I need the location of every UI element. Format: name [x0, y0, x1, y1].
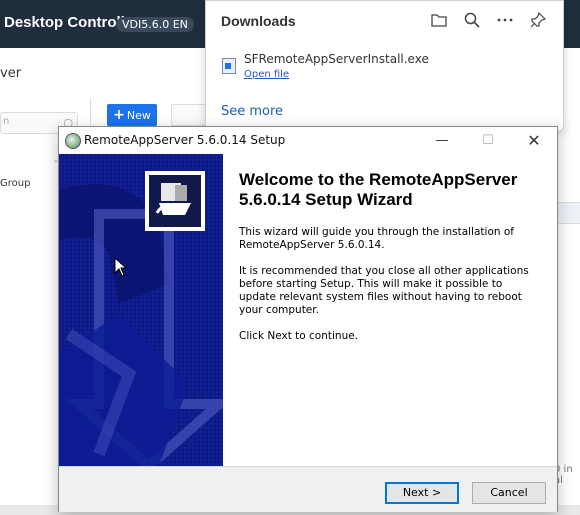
wizard-intro-text: This wizard will guide you through the i… [239, 226, 514, 251]
installer-app-icon [65, 133, 81, 149]
wizard-button-bar: Next > Cancel [59, 466, 557, 512]
new-button-label: New [126, 109, 151, 122]
installer-logo-icon [145, 171, 205, 231]
version-badge: VDI5.6.0 EN [116, 17, 194, 32]
downloads-title: Downloads [221, 13, 296, 29]
plus-icon: + [113, 107, 125, 123]
installer-file-icon [222, 58, 236, 74]
search-icon[interactable] [463, 11, 483, 31]
cancel-button[interactable]: Cancel [472, 482, 546, 504]
wizard-content: Welcome to the RemoteAppServer 5.6.0.14 … [223, 154, 557, 466]
setup-wizard-window: RemoteAppServer 5.6.0.14 Setup — ☐ ✕ Wel… [58, 126, 558, 512]
wizard-recommendation-text: It is recommended that you close all oth… [239, 265, 529, 316]
downloads-panel: Downloads SFRemoteAppServerInstall.exe O… [205, 0, 564, 132]
wizard-banner-image [59, 154, 223, 466]
open-file-link[interactable]: Open file [244, 69, 289, 80]
subheader-label: ver [0, 66, 22, 81]
maximize-button: ☐ [482, 133, 494, 148]
wizard-continue-text: Click Next to continue. [239, 330, 359, 342]
more-icon[interactable] [496, 11, 516, 31]
close-button[interactable]: ✕ [511, 127, 557, 154]
sidebar-item-group[interactable]: Group [0, 178, 30, 189]
new-button[interactable]: + New [107, 104, 157, 126]
pin-icon[interactable] [529, 11, 549, 31]
window-title: RemoteAppServer 5.6.0.14 Setup [84, 133, 286, 147]
folder-icon[interactable] [430, 11, 450, 31]
title-bar[interactable]: RemoteAppServer 5.6.0.14 Setup — ☐ ✕ [59, 127, 557, 154]
sidebar-search-placeholder: n [3, 116, 10, 127]
see-more-link[interactable]: See more [221, 104, 283, 119]
next-button[interactable]: Next > [385, 482, 459, 504]
mouse-cursor-icon [114, 257, 128, 277]
wizard-heading: Welcome to the RemoteAppServer 5.6.0.14 … [239, 170, 518, 209]
download-filename[interactable]: SFRemoteAppServerInstall.exe [244, 52, 429, 66]
minimize-button[interactable]: — [419, 127, 465, 154]
